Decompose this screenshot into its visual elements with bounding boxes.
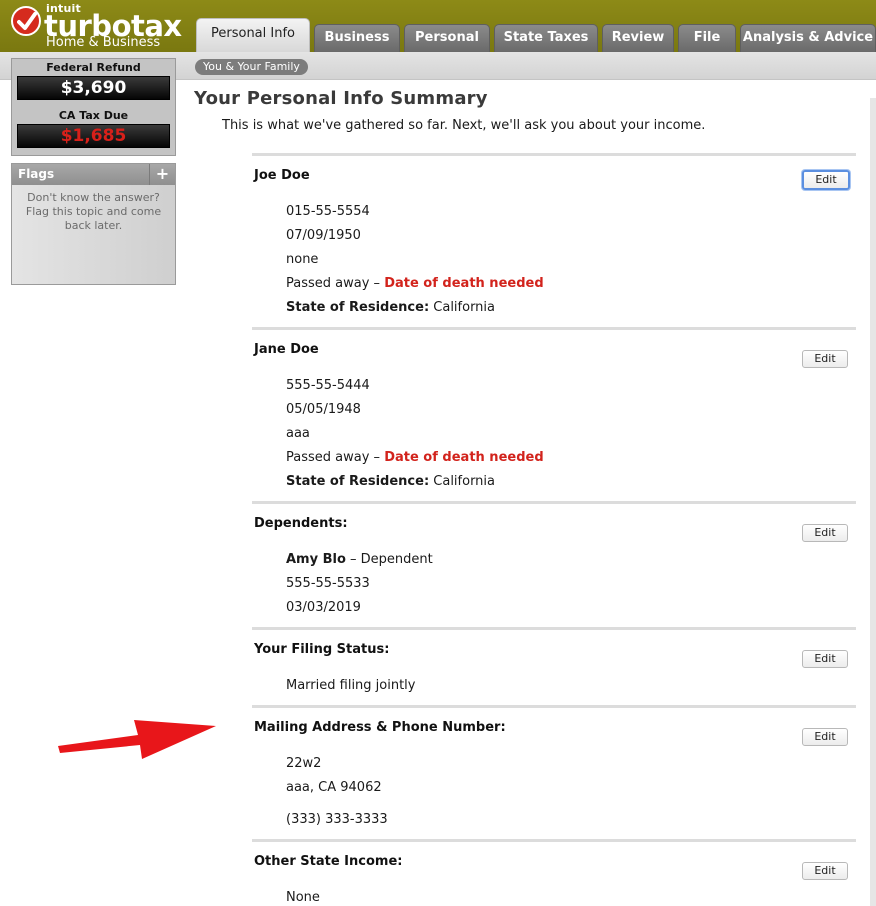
taxpayer-name: Joe Doe xyxy=(254,168,310,183)
page-title: Your Personal Info Summary xyxy=(194,88,488,109)
dependent-ssn: 555-55-5533 xyxy=(286,576,370,591)
edit-other-state-income-button[interactable]: Edit xyxy=(802,862,848,880)
tab-state-taxes[interactable]: State Taxes xyxy=(494,24,598,52)
tab-business[interactable]: Business xyxy=(314,24,400,52)
dependents-section: Dependents: Edit Amy Blo – Dependent 555… xyxy=(252,501,856,627)
spouse-dob: 05/05/1948 xyxy=(286,402,361,417)
spouse-section: Jane Doe Edit 555-55-5444 05/05/1948 aaa… xyxy=(252,327,856,501)
other-state-income-section: Other State Income: Edit None xyxy=(252,839,856,906)
state-tax-label: CA Tax Due xyxy=(58,109,129,122)
flags-header: Flags + xyxy=(12,164,175,185)
spouse-residence-value: California xyxy=(429,474,496,489)
edit-filing-status-button[interactable]: Edit xyxy=(802,650,848,668)
edit-mailing-address-button[interactable]: Edit xyxy=(802,728,848,746)
mailing-phone: (333) 333-3333 xyxy=(286,812,388,827)
mailing-city: aaa, CA 94062 xyxy=(286,780,382,795)
sidebar: Federal Refund $3,690 CA Tax Due $1,685 … xyxy=(0,58,186,906)
flags-title: Flags xyxy=(18,167,55,181)
filing-status-value: Married filing jointly xyxy=(286,678,416,693)
refund-meter: Federal Refund $3,690 CA Tax Due $1,685 xyxy=(11,58,176,156)
dependent-relation: – Dependent xyxy=(345,552,433,567)
spouse-residence: State of Residence: California xyxy=(286,474,495,489)
scrollbar[interactable] xyxy=(870,98,876,906)
filing-status-section: Your Filing Status: Edit Married filing … xyxy=(252,627,856,705)
edit-spouse-button[interactable]: Edit xyxy=(802,350,848,368)
taxpayer-residence-value: California xyxy=(429,300,496,315)
spouse-death-date-alert: Date of death needed xyxy=(384,450,544,465)
taxpayer-status: Passed away – Date of death needed xyxy=(286,276,544,291)
dependent-name: Amy Blo – Dependent xyxy=(286,552,433,567)
spouse-residence-label: State of Residence: xyxy=(286,474,430,489)
federal-refund-value: $3,690 xyxy=(17,76,170,100)
edit-taxpayer-button[interactable]: Edit xyxy=(802,170,850,190)
spouse-status: Passed away – Date of death needed xyxy=(286,450,544,465)
taxpayer-status-text: Passed away – xyxy=(286,276,385,291)
dependent-name-text: Amy Blo xyxy=(286,552,346,567)
flags-panel: Flags + Don't know the answer? Flag this… xyxy=(11,163,176,285)
edit-dependents-button[interactable]: Edit xyxy=(802,524,848,542)
tab-file[interactable]: File xyxy=(678,24,736,52)
filing-status-heading: Your Filing Status: xyxy=(254,642,390,657)
taxpayer-residence-label: State of Residence: xyxy=(286,300,430,315)
checkmark-logo-icon xyxy=(11,6,41,36)
taxpayer-ssn: 015-55-5554 xyxy=(286,204,370,219)
edition-label: Home & Business xyxy=(46,35,161,50)
mailing-address-heading: Mailing Address & Phone Number: xyxy=(254,720,506,735)
flags-help-text: Don't know the answer? Flag this topic a… xyxy=(25,191,162,232)
add-flag-button[interactable]: + xyxy=(149,164,175,185)
taxpayer-section: Joe Doe Edit 015-55-5554 07/09/1950 none… xyxy=(252,153,856,327)
tab-analysis-advice[interactable]: Analysis & Advice xyxy=(740,24,876,52)
taxpayer-dob: 07/09/1950 xyxy=(286,228,361,243)
spouse-status-text: Passed away – xyxy=(286,450,385,465)
other-state-income-value: None xyxy=(286,890,320,905)
spouse-occupation: aaa xyxy=(286,426,310,441)
other-state-income-heading: Other State Income: xyxy=(254,854,403,869)
red-arrow-icon xyxy=(58,720,216,759)
taxpayer-death-date-alert: Date of death needed xyxy=(384,276,544,291)
top-bar: intuit turbotax Home & Business Personal… xyxy=(0,0,876,52)
tab-personal[interactable]: Personal xyxy=(404,24,490,52)
tab-personal-info[interactable]: Personal Info xyxy=(196,18,310,52)
mailing-street: 22w2 xyxy=(286,756,322,771)
taxpayer-residence: State of Residence: California xyxy=(286,300,495,315)
spouse-name: Jane Doe xyxy=(254,342,319,357)
federal-refund-label: Federal Refund xyxy=(46,61,141,74)
state-tax-value: $1,685 xyxy=(17,124,170,148)
turbotax-logo: intuit turbotax Home & Business xyxy=(10,2,185,50)
page-subtitle: This is what we've gathered so far. Next… xyxy=(222,118,706,133)
taxpayer-occupation: none xyxy=(286,252,319,267)
spouse-ssn: 555-55-5444 xyxy=(286,378,370,393)
main-content: Your Personal Info Summary This is what … xyxy=(186,80,876,906)
tab-review[interactable]: Review xyxy=(602,24,674,52)
subtab-you-and-your-family[interactable]: You & Your Family xyxy=(195,59,308,75)
dependents-heading: Dependents: xyxy=(254,516,348,531)
dependent-dob: 03/03/2019 xyxy=(286,600,361,615)
mailing-address-section: Mailing Address & Phone Number: Edit 22w… xyxy=(252,705,856,839)
